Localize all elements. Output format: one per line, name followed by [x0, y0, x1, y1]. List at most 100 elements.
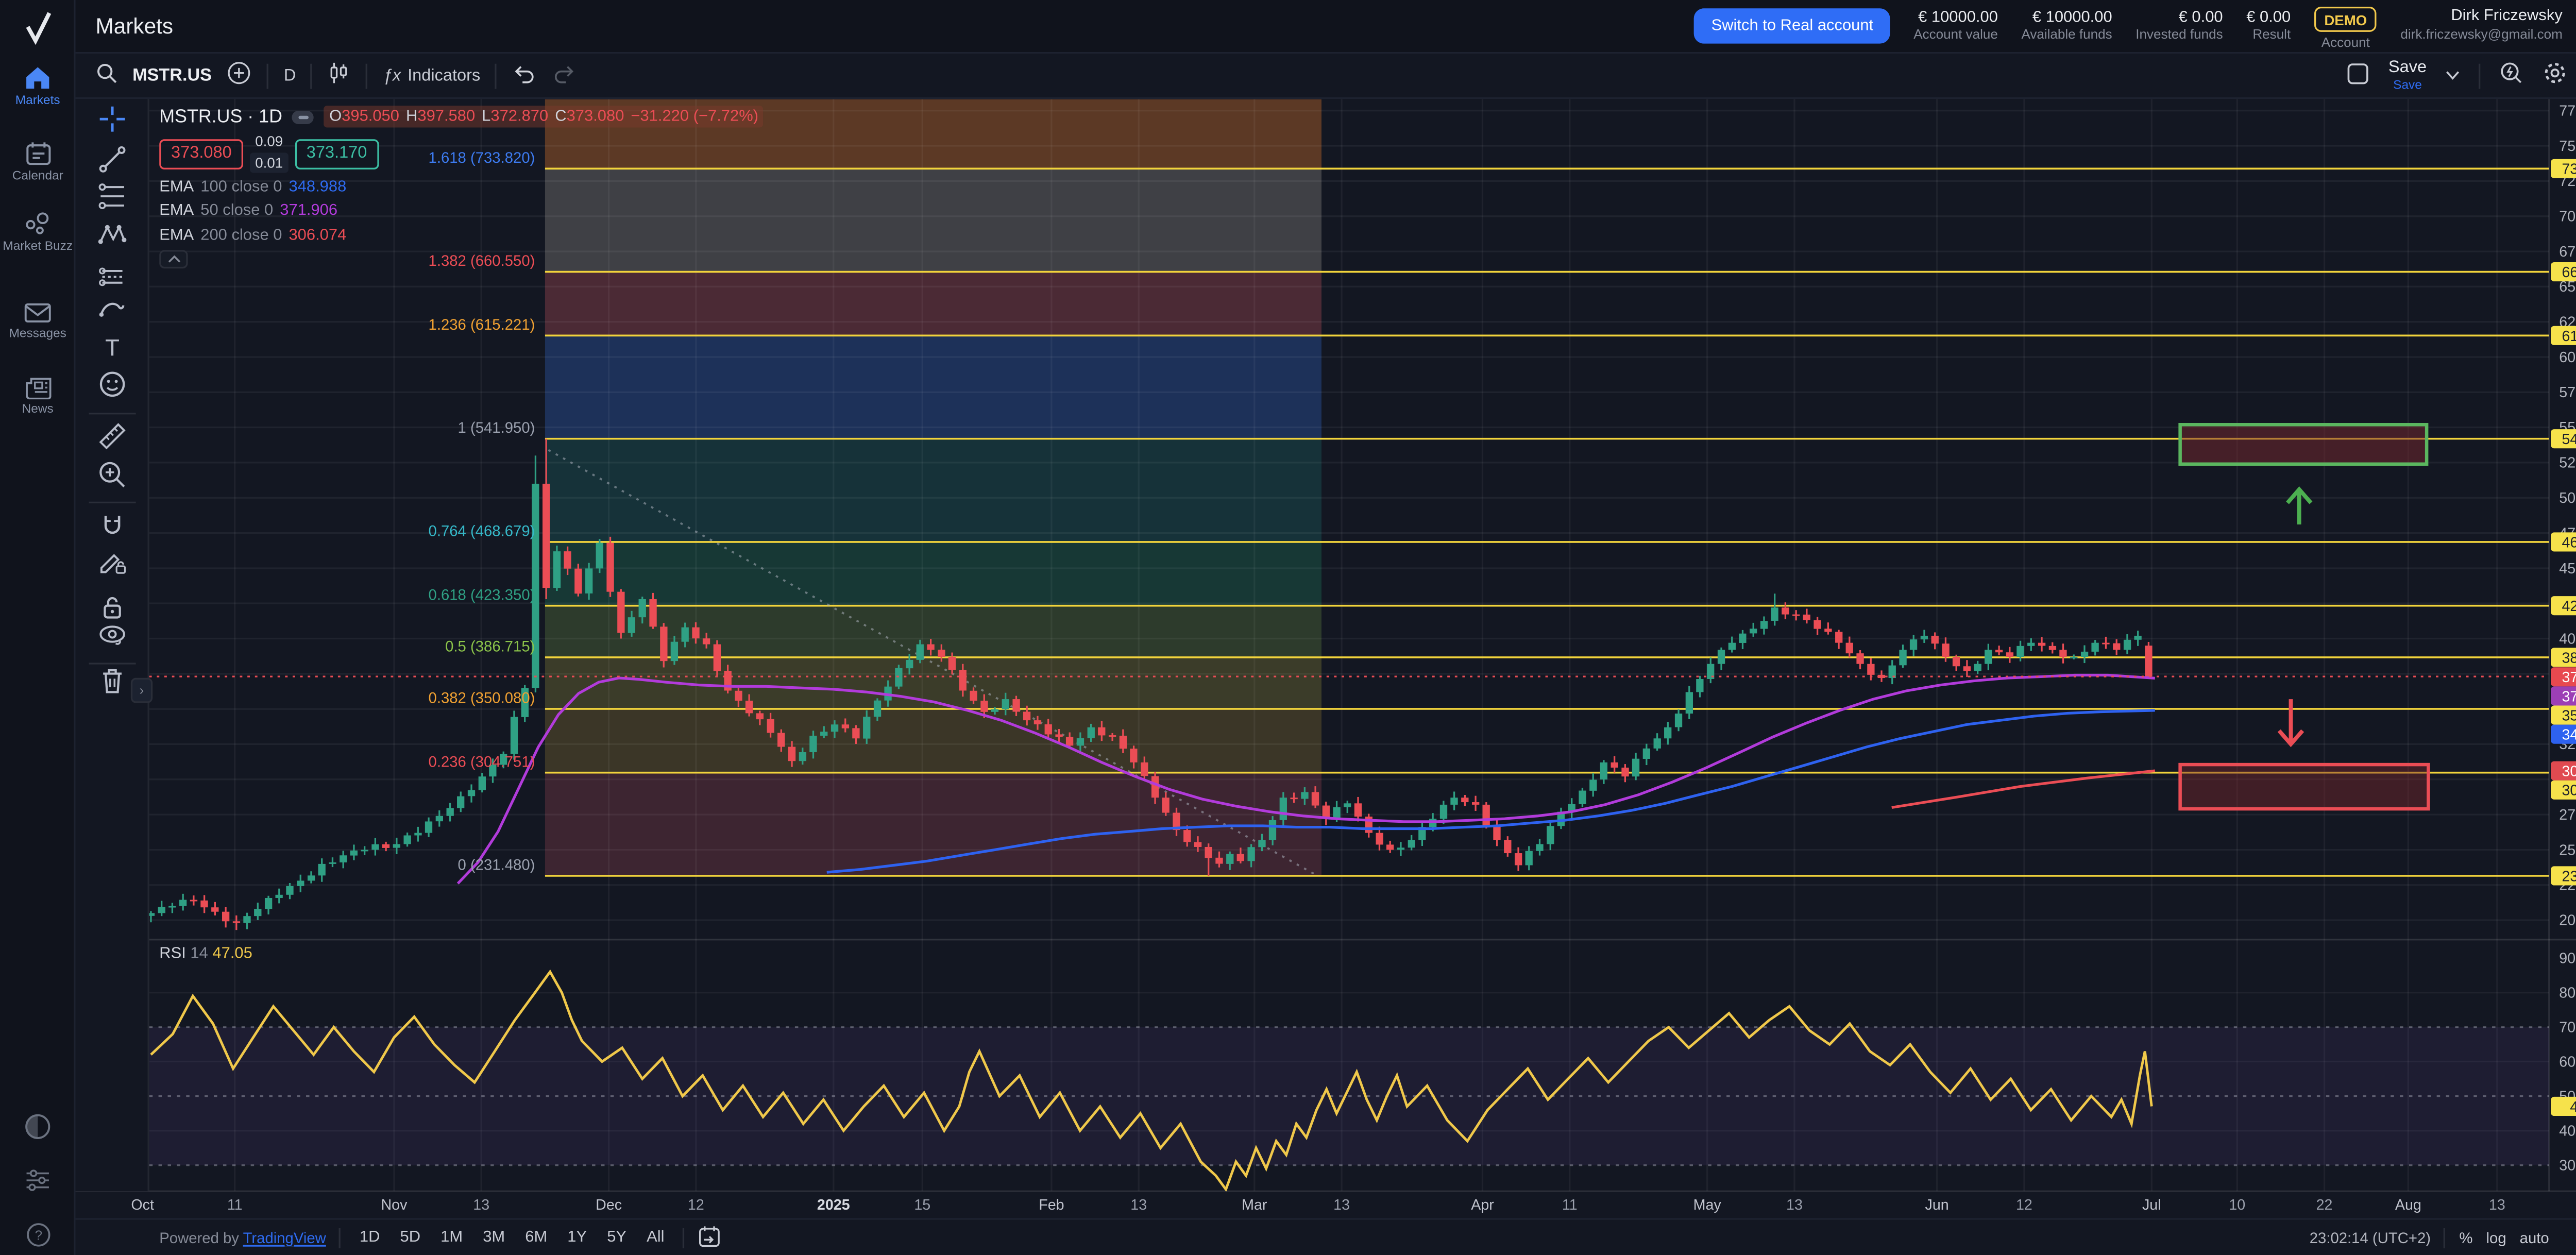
sell-price-button[interactable]: 373.080 [159, 139, 243, 169]
fib-level-label: 1.618 (733.820) [429, 149, 535, 166]
draw-tool-ruler-icon[interactable] [96, 419, 129, 453]
brand-logo-icon[interactable] [0, 5, 75, 49]
ema-legend-row[interactable]: EMA50 close 0371.906 [159, 201, 337, 220]
axis-badge-label: 306.074 [2562, 764, 2576, 780]
quick-search-icon[interactable] [2499, 60, 2524, 91]
draw-tool-fib-retracement-icon[interactable] [96, 179, 129, 213]
legend-collapse-button[interactable] [159, 250, 188, 268]
time-tick: 15 [914, 1197, 930, 1213]
watchlist-drawer-handle[interactable]: › [131, 678, 152, 703]
symbol-search-button[interactable]: MSTR.US [132, 65, 212, 86]
stat-label: Account value [1913, 28, 1998, 45]
range-button-6m[interactable]: 6M [520, 1225, 552, 1250]
app-root: Markets Calendar Market Buzz Messages News ?… [0, 0, 2576, 1255]
legend-ohlc: O395.050H397.580L372.870C373.080−31.220 … [324, 106, 763, 127]
price-tick: 775.000 [2559, 103, 2576, 119]
draw-tool-crosshair-icon[interactable] [96, 103, 129, 136]
time-tick: 12 [688, 1197, 704, 1213]
price-tick: 250.000 [2559, 842, 2576, 858]
range-button-5d[interactable]: 5D [395, 1225, 426, 1250]
buy-price-button[interactable]: 373.170 [295, 139, 379, 169]
range-button-3m[interactable]: 3M [478, 1225, 510, 1250]
user-email: dirk.friczewsky@gmail.com [2400, 28, 2562, 45]
chart-canvas[interactable]: 1.618 (733.820)1.382 (660.550)1.236 (615… [75, 99, 2576, 1218]
draw-tool-magnet-icon[interactable] [96, 510, 129, 544]
sidebar-help-button[interactable]: ? [0, 1222, 75, 1255]
scale-button-auto[interactable]: auto [2520, 1229, 2549, 1246]
time-tick: May [1693, 1197, 1722, 1213]
compare-add-icon[interactable] [227, 60, 252, 91]
sidebar-item-news[interactable]: News [0, 376, 75, 417]
draw-tool-trash-icon[interactable] [96, 665, 129, 698]
chart-toolbar: MSTR.US D ƒx Indicators Save Save [75, 54, 2576, 99]
axis-badge-label: 541.950 [2562, 431, 2576, 448]
go-to-date-icon[interactable] [698, 1224, 722, 1251]
clock-label[interactable]: 23:02:14 (UTC+2) [2310, 1229, 2431, 1246]
axis-badge-label: 348.988 [2562, 727, 2576, 743]
undo-icon[interactable] [512, 62, 537, 89]
time-tick: 11 [227, 1197, 243, 1213]
search-icon[interactable] [96, 62, 117, 89]
time-tick: 13 [1130, 1197, 1147, 1213]
target-box-upper[interactable] [2180, 425, 2427, 464]
sidebar-item-calendar[interactable]: Calendar [0, 141, 75, 184]
range-button-1y[interactable]: 1Y [563, 1225, 592, 1250]
fib-level-label: 0 (231.480) [458, 857, 535, 874]
price-axis[interactable]: 775.000750.000725.000700.000675.000650.0… [2551, 103, 2576, 1174]
sidebar-item-market-buzz[interactable]: Market Buzz [0, 211, 75, 254]
up-arrow-drawing[interactable] [2287, 489, 2311, 524]
toolbar-divider [89, 663, 136, 664]
sidebar-theme-button[interactable] [0, 1112, 75, 1149]
draw-tool-edit-lock-icon[interactable] [96, 545, 129, 579]
time-tick: 11 [1562, 1197, 1578, 1213]
interval-button[interactable]: D [284, 66, 296, 85]
draw-tool-xabcd-pattern-icon[interactable] [96, 218, 129, 251]
draw-tool-text-icon[interactable]: T [96, 331, 129, 364]
target-box-lower[interactable] [2180, 765, 2429, 809]
legend-symbol-title[interactable]: MSTR.US · 1D [159, 107, 282, 127]
draw-tool-trend-line-icon[interactable] [96, 143, 129, 176]
price-tick: 400.000 [2559, 631, 2576, 647]
axis-badge-label: 733.820 [2562, 161, 2576, 178]
chart-type-candles-icon[interactable] [328, 60, 351, 91]
range-button-1m[interactable]: 1M [435, 1225, 468, 1250]
price-tick: 525.000 [2559, 455, 2576, 471]
save-button[interactable]: Save Save [2388, 60, 2427, 92]
draw-tool-emoji-icon[interactable] [96, 367, 129, 401]
rsi-tick: 40.00 [2559, 1123, 2576, 1139]
time-tick: Oct [131, 1197, 154, 1213]
sidebar-item-markets[interactable]: Markets [0, 64, 75, 109]
redo-icon[interactable] [552, 62, 578, 89]
scale-button-%[interactable]: % [2459, 1229, 2472, 1246]
sidebar-item-messages[interactable]: Messages [0, 302, 75, 342]
indicators-button[interactable]: ƒx Indicators [383, 66, 481, 85]
range-button-5y[interactable]: 5Y [602, 1225, 631, 1250]
time-axis[interactable] [75, 1191, 2576, 1218]
fib-level-label: 0.618 (423.350) [429, 586, 535, 603]
draw-tool-long-position-icon[interactable] [96, 260, 129, 294]
ema-legend-row[interactable]: EMA100 close 0348.988 [159, 178, 346, 196]
fx-icon: ƒx [383, 66, 401, 85]
main-area: Markets Switch to Real account € 10000.0… [75, 0, 2576, 1255]
stat-value: € 0.00 [2136, 8, 2223, 28]
down-arrow-drawing[interactable] [2279, 699, 2303, 744]
range-button-1d[interactable]: 1D [354, 1225, 385, 1250]
switch-to-real-account-button[interactable]: Switch to Real account [1694, 8, 1890, 43]
sidebar-preferences-button[interactable] [0, 1168, 75, 1201]
chevron-down-icon[interactable] [2445, 66, 2460, 85]
chart-area[interactable]: 1.618 (733.820)1.382 (660.550)1.236 (615… [75, 99, 2576, 1218]
fib-level-label: 0.5 (386.715) [445, 638, 535, 655]
range-button-all[interactable]: All [641, 1225, 669, 1250]
scale-button-log[interactable]: log [2486, 1229, 2506, 1246]
sidebar-item-label: Market Buzz [0, 240, 75, 255]
draw-tool-brush-icon[interactable] [96, 292, 129, 326]
ema-legend-row[interactable]: EMA200 close 0306.074 [159, 227, 346, 245]
tradingview-link[interactable]: TradingView [243, 1229, 326, 1246]
layout-icon[interactable] [2347, 61, 2370, 90]
legend-visibility-toggle[interactable] [293, 110, 314, 123]
calendar-icon [0, 141, 75, 166]
draw-tool-hide-drawings-icon[interactable] [96, 619, 129, 653]
draw-tool-zoom-in-icon[interactable] [96, 458, 129, 491]
buzz-icon [0, 211, 75, 236]
settings-gear-icon[interactable] [2543, 60, 2568, 91]
